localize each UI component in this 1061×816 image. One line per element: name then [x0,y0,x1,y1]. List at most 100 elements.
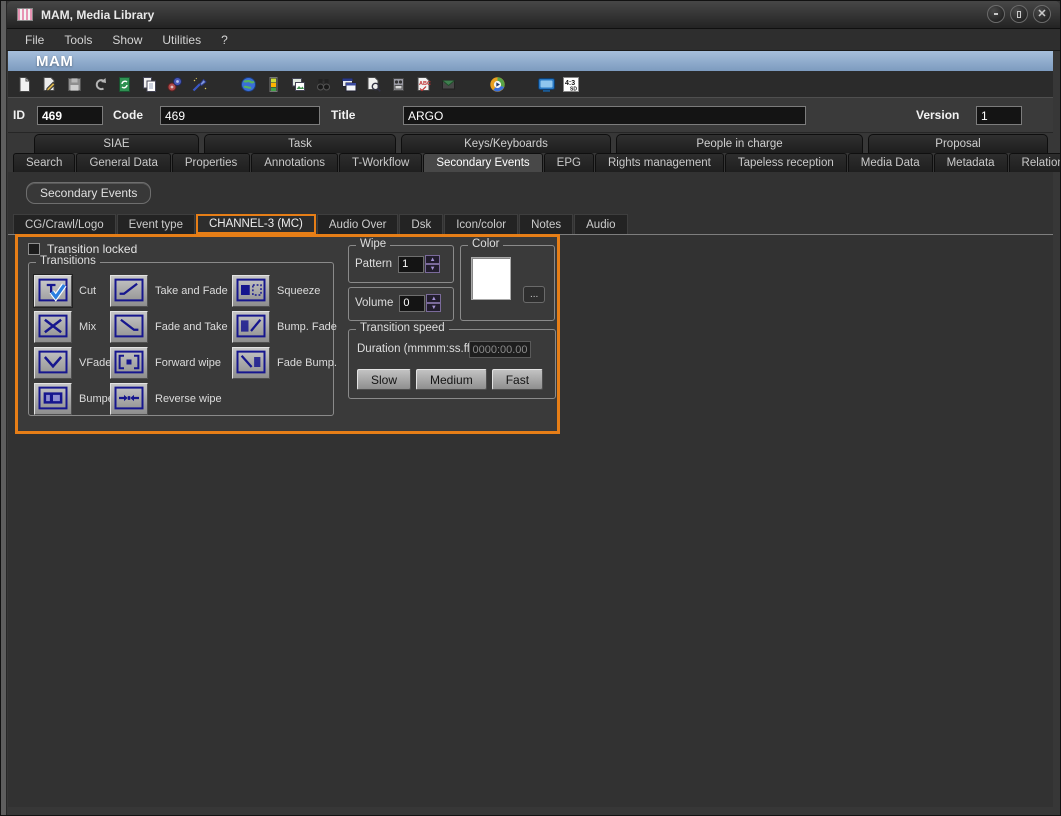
copy-button[interactable] [137,73,161,95]
volume-value[interactable]: 0 [399,295,425,312]
id-label: ID [13,108,25,122]
pattern-spin-up-button[interactable]: ▲ [425,255,440,264]
secondary-events-button[interactable]: Secondary Events [26,182,151,204]
subtab-audio[interactable]: Audio [574,214,627,234]
subtab-cg-crawl-logo[interactable]: CG/Crawl/Logo [13,214,116,234]
tab-group-proposal[interactable]: Proposal [868,134,1048,153]
volume-spin-down-button[interactable]: ▼ [426,303,441,312]
media-player-button[interactable] [485,73,509,95]
cascade-windows-button[interactable] [336,73,360,95]
duration-field[interactable]: 0000:00.00 [469,341,531,358]
tv-monitor-button[interactable] [534,73,558,95]
edit-document-button[interactable] [37,73,61,95]
tab-secondary-events[interactable]: Secondary Events [423,153,542,172]
transition-take-fade-icon [114,278,144,305]
app-icon [17,8,33,21]
color-list-button[interactable] [261,73,285,95]
color-swatch[interactable] [471,257,511,300]
transition-vfade-button[interactable] [34,347,72,379]
tab-group-keys-keyboards[interactable]: Keys/Keyboards [401,134,611,153]
save-button[interactable] [62,73,86,95]
transitions-group: Transitions CutTake and FadeSqueezeMixFa… [28,262,334,416]
gears-button[interactable] [162,73,186,95]
undo-button[interactable] [87,73,111,95]
photos-button[interactable] [286,73,310,95]
refresh-document-button[interactable] [112,73,136,95]
tab-annotations[interactable]: Annotations [251,153,338,172]
color-picker-button[interactable]: ... [523,286,545,303]
title-field[interactable] [403,106,806,125]
subtab-notes[interactable]: Notes [519,214,573,234]
spellcheck-abc-button[interactable]: ABC [411,73,435,95]
tab-properties[interactable]: Properties [172,153,250,172]
transition-label: Squeeze [277,285,320,297]
version-field[interactable] [976,106,1022,125]
wipe-group-label: Wipe [356,238,390,250]
slow-speed-button[interactable]: Slow [357,369,411,390]
menu-item-help[interactable]: ? [211,33,238,47]
film-device-button[interactable] [386,73,410,95]
transition-cut-button[interactable] [34,275,72,307]
tab-t-workflow[interactable]: T-Workflow [339,153,422,172]
transition-forward-wipe-button[interactable] [110,347,148,379]
document-search-button[interactable] [361,73,385,95]
maximize-button[interactable] [1010,5,1028,23]
globe-button[interactable] [236,73,260,95]
subtab-event-type[interactable]: Event type [117,214,195,234]
pattern-value[interactable]: 1 [398,256,424,273]
transition-locked-label: Transition locked [47,242,137,256]
fast-speed-button[interactable]: Fast [492,369,543,390]
svg-text:ABC: ABC [419,81,431,87]
transition-mix-icon [38,314,68,341]
tab-media-data[interactable]: Media Data [848,153,933,172]
transition-reverse-wipe-button[interactable] [110,383,148,415]
transition-bumper-button[interactable] [34,383,72,415]
transition-mix-button[interactable] [34,311,72,343]
medium-speed-button[interactable]: Medium [416,369,487,390]
tab-metadata[interactable]: Metadata [934,153,1008,172]
id-field[interactable] [37,106,103,125]
code-field[interactable] [160,106,320,125]
tab-search[interactable]: Search [13,153,75,172]
menu-item-utilities[interactable]: Utilities [152,33,211,47]
volume-spin-up-button[interactable]: ▲ [426,294,441,303]
code-label: Code [113,108,143,122]
envelope-button[interactable] [436,73,460,95]
transition-take-and-fade-button[interactable] [110,275,148,307]
transition-locked-checkbox[interactable] [28,243,40,255]
binoculars-button[interactable] [311,73,335,95]
transition-fade-bump--button[interactable] [232,347,270,379]
transition-cell: Fade Bump. [232,345,338,381]
aspect-4-3-sd-button[interactable]: 4:3SD [559,73,583,95]
menu-item-show[interactable]: Show [102,33,152,47]
titlebar[interactable]: MAM, Media Library ✕ [7,1,1060,29]
close-button[interactable]: ✕ [1033,5,1051,23]
minimize-button[interactable] [987,5,1005,23]
tab-group-siae[interactable]: SIAE [34,134,199,153]
app-banner: MAM [8,51,1053,71]
tab-rights-management[interactable]: Rights management [595,153,724,172]
transition-squeeze-button[interactable] [232,275,270,307]
subtab-dsk[interactable]: Dsk [399,214,443,234]
tab-relationships[interactable]: Relationships [1009,153,1061,172]
new-document-button[interactable] [12,73,36,95]
toolbar: ABC 4:3SD [8,71,1053,97]
subtab-channel-3-mc-[interactable]: CHANNEL-3 (MC) [196,214,316,234]
globe-icon [240,76,257,93]
pattern-spin-down-button[interactable]: ▼ [425,264,440,273]
refresh-document-icon [116,76,133,93]
tab-general-data[interactable]: General Data [76,153,170,172]
tab-epg[interactable]: EPG [544,153,594,172]
subtab-audio-over[interactable]: Audio Over [317,214,399,234]
tab-group-people-in-charge[interactable]: People in charge [616,134,863,153]
transition-label: Bump. Fade [277,321,337,333]
transition-fade-and-take-button[interactable] [110,311,148,343]
tab-tapeless-reception[interactable]: Tapeless reception [725,153,847,172]
menu-item-tools[interactable]: Tools [54,33,102,47]
copy-icon [141,76,158,93]
menu-item-file[interactable]: File [15,33,54,47]
transition-bump-fade-button[interactable] [232,311,270,343]
magic-brush-button[interactable] [187,73,211,95]
subtab-icon-color[interactable]: Icon/color [444,214,518,234]
tab-group-task[interactable]: Task [204,134,396,153]
